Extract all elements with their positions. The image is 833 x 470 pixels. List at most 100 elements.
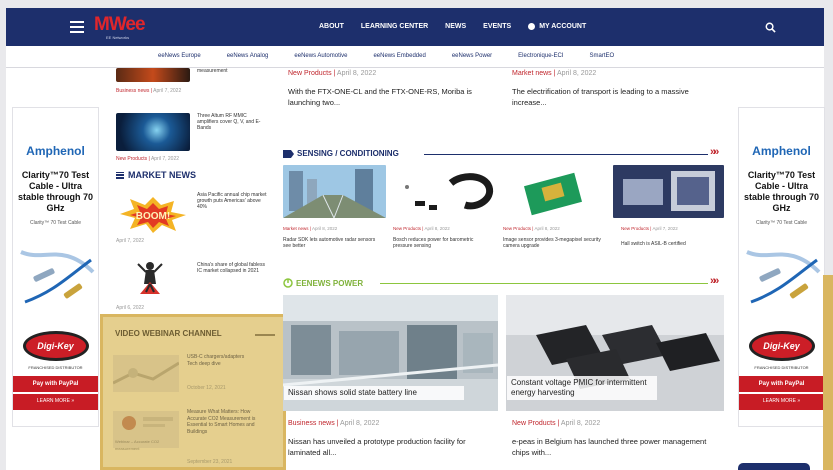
image-caption[interactable]: Constant voltage PMIC for intermittent e… <box>507 376 657 400</box>
logo-subtitle: EE Networks <box>106 35 130 40</box>
webinar-title[interactable]: USB-C chargers/adapters Tech deep dive <box>187 354 249 367</box>
cable-image <box>20 250 95 304</box>
digikey-logo-text: Digi-Key <box>37 341 74 351</box>
eenews-power-label: EENEWS POWER <box>296 278 364 288</box>
hamburger-menu-icon[interactable] <box>70 21 84 33</box>
article-date: April 8, 2022 <box>560 420 601 427</box>
webinar-thumbnail[interactable] <box>113 355 179 392</box>
article-title[interactable]: Three Altum RF MMIC amplifiers cover Q, … <box>197 113 267 131</box>
article-category[interactable]: Business news <box>288 420 335 427</box>
article-title[interactable]: measurement <box>197 68 267 74</box>
ad-paypal-button[interactable]: Pay with PayPal <box>13 376 98 392</box>
ad-product-name: Clarity™ 70 Test Cable <box>29 220 82 226</box>
article-title[interactable]: Asia Pacific annual chip market growth p… <box>197 192 269 210</box>
ad-brand: Amphenol <box>752 144 811 158</box>
eenews-power-heading[interactable]: EENEWS POWER <box>283 278 363 288</box>
article-excerpt[interactable]: The electrification of transport is lead… <box>512 86 717 108</box>
webinar-heading-rule <box>255 334 275 336</box>
subnav-eenews-embedded[interactable]: eeNews Embedded <box>373 53 425 59</box>
article-meta: Business news | April 8, 2022 <box>288 420 380 427</box>
boom-illustration[interactable]: BOOM! <box>116 195 190 235</box>
search-icon[interactable] <box>765 22 776 33</box>
subnav-eenews-power[interactable]: eeNews Power <box>452 53 492 59</box>
card-meta: New Products | April 8, 2022 <box>503 226 560 231</box>
article-category[interactable]: New Products <box>116 156 147 162</box>
article-meta: New Products | April 8, 2022 <box>512 420 601 427</box>
ad-learn-more[interactable]: LEARN MORE » <box>13 394 98 410</box>
digikey-logo: Digi-Key <box>22 331 89 361</box>
card-date: April 7, 2022 <box>652 226 678 231</box>
ad-paypal-button[interactable]: Pay with PayPal <box>739 376 824 392</box>
card-title[interactable]: Radar SDK lets automotive radar sensors … <box>283 237 383 249</box>
main-menu: ABOUT LEARNING CENTER NEWS EVENTS MY ACC… <box>319 23 603 30</box>
subnav-electronique-eci[interactable]: Electronique-ECI <box>518 53 563 59</box>
radar-street-image[interactable] <box>283 165 386 218</box>
article-excerpt[interactable]: Nissan has unveiled a prototype producti… <box>288 436 493 458</box>
webinar-date: October 12, 2021 <box>187 385 226 391</box>
subnav-eenews-automotive[interactable]: eeNews Automotive <box>294 53 347 59</box>
subnav-eenews-analog[interactable]: eeNews Analog <box>227 53 269 59</box>
nav-about[interactable]: ABOUT <box>319 23 344 30</box>
ad-brand: Amphenol <box>26 144 85 158</box>
card-title[interactable]: Bosch reduces power for barometric press… <box>393 237 493 249</box>
webinar-heading[interactable]: VIDEO WEBINAR CHANNEL <box>115 329 222 338</box>
card-category[interactable]: New Products <box>393 226 421 231</box>
article-title[interactable]: China's share of global fabless IC marke… <box>197 262 269 274</box>
image-sensor-chip-image[interactable] <box>503 165 606 218</box>
nav-my-account[interactable]: MY ACCOUNT <box>528 23 586 30</box>
site-logo[interactable]: MWee <box>94 14 146 36</box>
article-category[interactable]: New Products <box>288 70 332 77</box>
article-excerpt[interactable]: e-peas in Belgium has launched three pow… <box>512 436 722 458</box>
ad-banner-left[interactable]: Amphenol Clarity™70 Test Cable - Ultra s… <box>12 107 99 427</box>
market-news-heading[interactable]: MARKET NEWS <box>116 170 196 180</box>
ad-learn-more[interactable]: LEARN MORE » <box>739 394 824 410</box>
webinar-date: September 23, 2021 <box>187 459 233 465</box>
businessman-illustration[interactable] <box>116 256 190 296</box>
ad-headline: Clarity™70 Test Cable - Ultra stable thr… <box>743 170 819 213</box>
section-more-link[interactable]: »» <box>710 275 719 287</box>
section-more-link[interactable]: »» <box>710 146 719 158</box>
hall-switch-image[interactable] <box>613 165 724 218</box>
subnav-eenews-europe[interactable]: eeNews Europe <box>158 53 201 59</box>
nav-learning-center[interactable]: LEARNING CENTER <box>361 23 428 30</box>
sensing-conditioning-label: SENSING / CONDITIONING <box>297 149 399 158</box>
cable-image <box>746 250 821 304</box>
webinar-title[interactable]: Measure What Matters: How Accurate CO2 M… <box>187 409 259 435</box>
sub-navbar: eeNews Europe eeNews Analog eeNews Autom… <box>6 46 824 68</box>
article-meta: New Products | April 8, 2022 <box>288 70 377 77</box>
article-date: April 6, 2022 <box>116 305 145 311</box>
card-date: April 8, 2022 <box>534 226 560 231</box>
article-date: April 7, 2022 <box>150 156 180 162</box>
article-date: April 8, 2022 <box>340 420 380 427</box>
card-category[interactable]: New Products <box>503 226 531 231</box>
floating-button[interactable] <box>738 463 810 470</box>
card-title[interactable]: Image sensor provides 3-megapixel securi… <box>503 237 603 249</box>
nav-my-account-label: MY ACCOUNT <box>539 23 587 30</box>
card-meta: Market news | April 8, 2022 <box>283 226 338 231</box>
nav-news[interactable]: NEWS <box>445 23 466 30</box>
ad-distributor: FRANCHISED DISTRIBUTOR <box>754 365 809 370</box>
article-meta: New Products | April 7, 2022 <box>116 156 180 162</box>
article-thumbnail[interactable] <box>116 113 190 151</box>
card-category[interactable]: New Products <box>621 226 649 231</box>
article-thumbnail[interactable] <box>116 68 190 82</box>
fitness-tracker-image[interactable] <box>393 165 496 218</box>
card-title[interactable]: Hall switch is ASIL-B certified <box>621 241 721 247</box>
ad-banner-right[interactable]: Amphenol Clarity™70 Test Cable - Ultra s… <box>738 107 825 427</box>
subnav-smarteo[interactable]: SmartEO <box>590 53 615 59</box>
nav-events[interactable]: EVENTS <box>483 23 511 30</box>
card-category[interactable]: Market news <box>283 226 309 231</box>
sensing-conditioning-heading[interactable]: SENSING / CONDITIONING <box>283 149 399 158</box>
article-category[interactable]: New Products <box>512 420 556 427</box>
highlight-edge <box>823 275 833 470</box>
article-excerpt[interactable]: With the FTX-ONE-CL and the FTX-ONE-RS, … <box>288 86 493 108</box>
svg-text:BOOM!: BOOM! <box>136 211 170 222</box>
image-caption[interactable]: Nissan shows solid state battery line <box>284 386 464 400</box>
article-category[interactable]: Business news <box>116 88 149 94</box>
article-date: April 8, 2022 <box>557 70 597 77</box>
card-date: April 8, 2022 <box>311 226 338 231</box>
video-webinar-channel: VIDEO WEBINAR CHANNEL USB-C chargers/ada… <box>100 314 286 470</box>
article-category[interactable]: Market news <box>512 70 552 77</box>
article-date: April 8, 2022 <box>336 70 377 77</box>
ad-headline: Clarity™70 Test Cable - Ultra stable thr… <box>17 170 93 213</box>
